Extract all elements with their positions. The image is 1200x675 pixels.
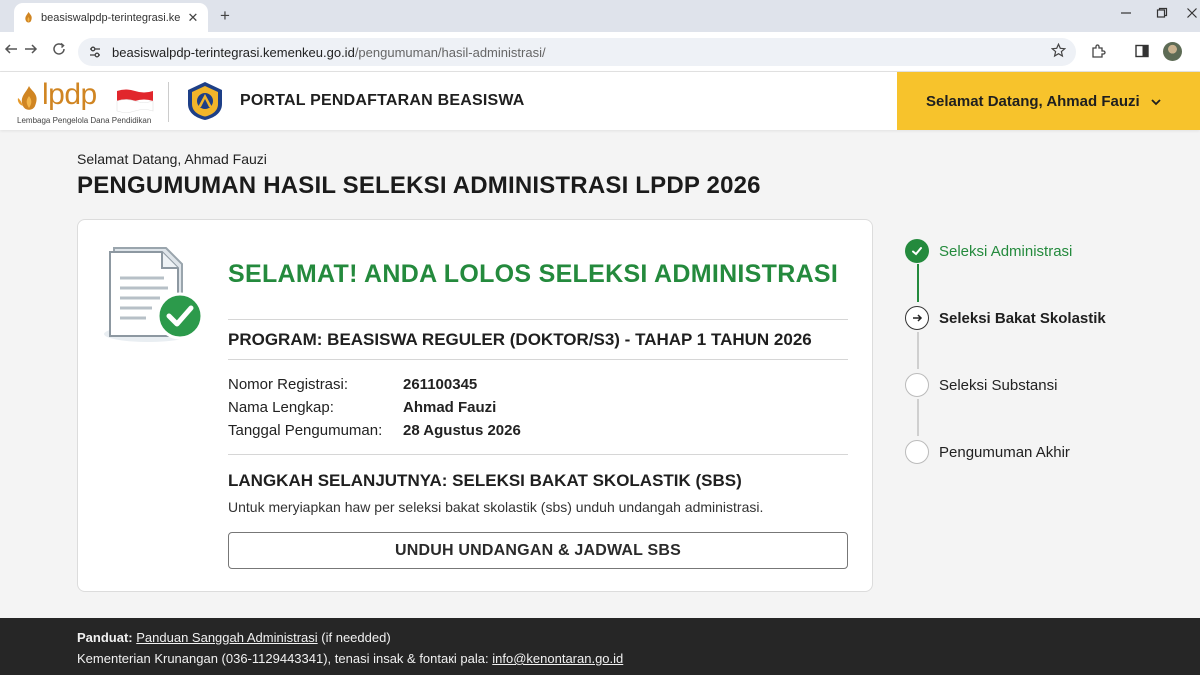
check-circle-icon — [905, 239, 929, 263]
step-label: Seleksi Bakat Skolastik — [939, 309, 1106, 327]
side-panel-icon[interactable] — [1134, 43, 1150, 59]
forward-arrow-icon[interactable] — [22, 42, 40, 60]
address-bar[interactable]: beasiswalpdp-terintegrasi.kemenkeu.go.id… — [78, 38, 1076, 66]
stepper-connector — [917, 399, 919, 436]
step-seleksi-bakat-skolastik: Seleksi Bakat Skolastik — [905, 305, 1106, 331]
brand-wordmark: lpdp — [42, 78, 97, 111]
detail-row-date: Tanggal Pengumuman: 28 Agustus 2026 — [228, 422, 521, 439]
step-label: Seleksi Administrasi — [939, 242, 1073, 260]
stepper-connector — [917, 264, 919, 302]
detail-label: Nomor Registrasi: — [228, 376, 349, 393]
footer-contact-text: Kementerian Krunangan (036-1129443341), … — [77, 651, 489, 666]
close-tab-icon[interactable]: ✕ — [186, 10, 200, 26]
empty-circle-icon — [905, 440, 929, 464]
footer-guide-prefix: Panduat: — [77, 630, 133, 645]
stepper-connector — [917, 332, 919, 369]
document-check-icon — [102, 244, 206, 348]
url-host: beasiswalpdp-terintegrasi.kemenkeu.go.id — [112, 44, 355, 60]
divider — [228, 454, 848, 455]
new-tab-icon[interactable]: + — [216, 6, 234, 26]
extensions-puzzle-icon[interactable] — [1090, 43, 1106, 59]
footer-contact-line: Kementerian Krunangan (036-1129443341), … — [77, 651, 623, 666]
detail-row-registration: Nomor Registrasi: 261100345 — [228, 376, 477, 393]
selection-stepper: Seleksi Administrasi Seleksi Bakat Skola… — [905, 238, 1185, 478]
browser-tab[interactable]: beasiswalpdp-terintegrasi.kemen ✕ — [14, 3, 208, 32]
browser-tab-strip: beasiswalpdp-terintegrasi.kemen ✕ + — [0, 0, 1200, 32]
tab-title: beasiswalpdp-terintegrasi.kemen — [41, 11, 180, 24]
step-seleksi-substansi: Seleksi Substansi — [905, 372, 1057, 398]
footer-guide-line: Panduat: Panduan Sanggah Administrasi (i… — [77, 630, 391, 645]
kemenkeu-emblem-icon — [184, 80, 226, 122]
contact-email-link[interactable]: info@kenontaran.go.id — [492, 651, 623, 666]
chevron-down-icon — [1150, 95, 1162, 107]
header-divider — [168, 82, 169, 122]
browser-toolbar: beasiswalpdp-terintegrasi.kemenkeu.go.id… — [0, 32, 1200, 72]
user-menu-label: Selamat Datang, Ahmad Fauzi — [926, 92, 1140, 110]
welcome-greeting: Selamat Datang, Ahmad Fauzi — [77, 151, 267, 167]
site-footer: Panduat: Panduan Sanggah Administrasi (i… — [0, 618, 1200, 675]
page-title: PENGUMUMAN HASIL SELEKSI ADMINISTRASI LP… — [77, 172, 761, 199]
detail-value: 28 Agustus 2026 — [403, 422, 521, 439]
site-header: lpdp Lembaga Pengelola Dana Pendidikan P… — [0, 72, 1200, 130]
next-step-title: LANGKAH SELANJUTNYA: SELEKSI BAKAT SKOLA… — [228, 471, 742, 490]
arrow-right-icon — [905, 306, 929, 330]
portal-title: PORTAL PENDAFTARAN BEASISWA — [240, 92, 525, 109]
divider — [228, 359, 848, 360]
program-title: PROGRAM: BEASISWA REGULER (DOKTOR/S3) - … — [228, 330, 812, 349]
next-step-description: Untuk meryiapkan haw per seleksi bakat s… — [228, 499, 764, 515]
lpdp-flame-icon — [16, 84, 42, 117]
reload-icon[interactable] — [50, 42, 68, 60]
lpdp-favicon-icon — [22, 11, 35, 24]
user-menu-dropdown[interactable]: Selamat Datang, Ahmad Fauzi — [897, 72, 1200, 130]
detail-value: 261100345 — [403, 376, 478, 393]
lpdp-logo[interactable]: lpdp Lembaga Pengelola Dana Pendidikan — [16, 78, 166, 126]
site-settings-icon[interactable] — [88, 45, 102, 59]
profile-avatar[interactable] — [1163, 42, 1182, 61]
step-label: Pengumuman Akhir — [939, 443, 1070, 461]
close-window-icon[interactable] — [1184, 7, 1200, 22]
download-invitation-button[interactable]: UNDUH UNDANGAN & JADWAL SBS — [228, 532, 848, 569]
bookmark-star-icon[interactable] — [1050, 42, 1067, 62]
step-label: Seleksi Substansi — [939, 376, 1058, 394]
indonesia-flag-icon — [116, 88, 154, 114]
divider — [228, 319, 848, 320]
empty-circle-icon — [905, 373, 929, 397]
brand-subtitle: Lembaga Pengelola Dana Pendidikan — [17, 116, 152, 125]
step-pengumuman-akhir: Pengumuman Akhir — [905, 439, 1070, 465]
detail-label: Nama Lengkap: — [228, 399, 334, 416]
url-path: /pengumuman/hasil-administrasi/ — [354, 44, 546, 60]
detail-value: Ahmad Fauzi — [403, 399, 497, 416]
back-arrow-icon[interactable] — [2, 42, 20, 60]
guide-link[interactable]: Panduan Sanggah Administrasi — [136, 630, 317, 645]
detail-row-name: Nama Lengkap: Ahmad Fauzi — [228, 399, 496, 416]
url-text: beasiswalpdp-terintegrasi.kemenkeu.go.id… — [112, 45, 546, 60]
footer-guide-suffix: (if needded) — [321, 630, 391, 645]
step-seleksi-administrasi: Seleksi Administrasi — [905, 238, 1072, 264]
detail-label: Tanggal Pengumuman: — [228, 422, 383, 439]
success-headline: SELAMAT! ANDA LOLOS SELEKSI ADMINISTRASI — [228, 260, 839, 288]
minimize-window-icon[interactable] — [1118, 7, 1134, 22]
restore-window-icon[interactable] — [1154, 7, 1170, 22]
result-card: SELAMAT! ANDA LOLOS SELEKSI ADMINISTRASI… — [77, 219, 873, 592]
